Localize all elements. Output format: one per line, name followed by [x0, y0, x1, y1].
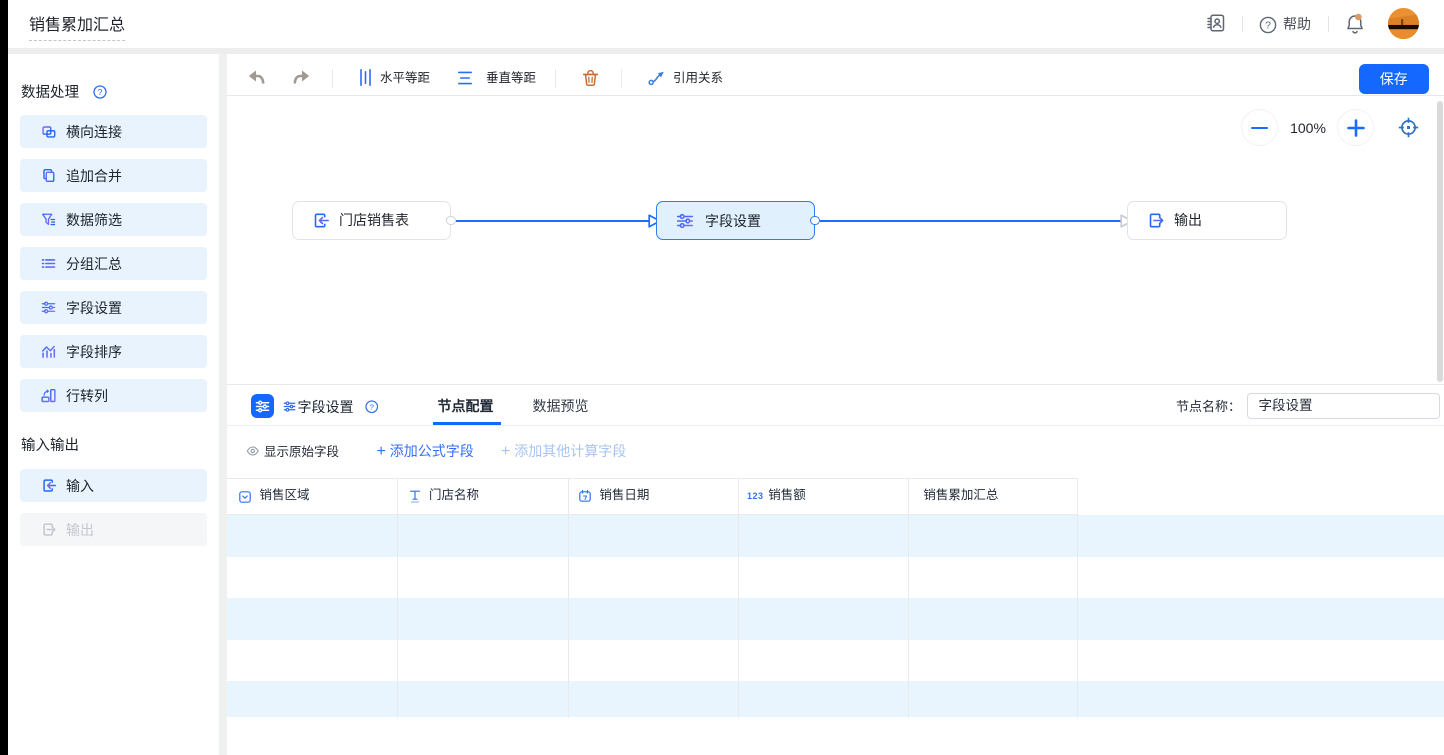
svg-text:?: ? [369, 402, 373, 411]
svg-text:?: ? [1265, 20, 1271, 32]
svg-text:?: ? [98, 87, 103, 97]
